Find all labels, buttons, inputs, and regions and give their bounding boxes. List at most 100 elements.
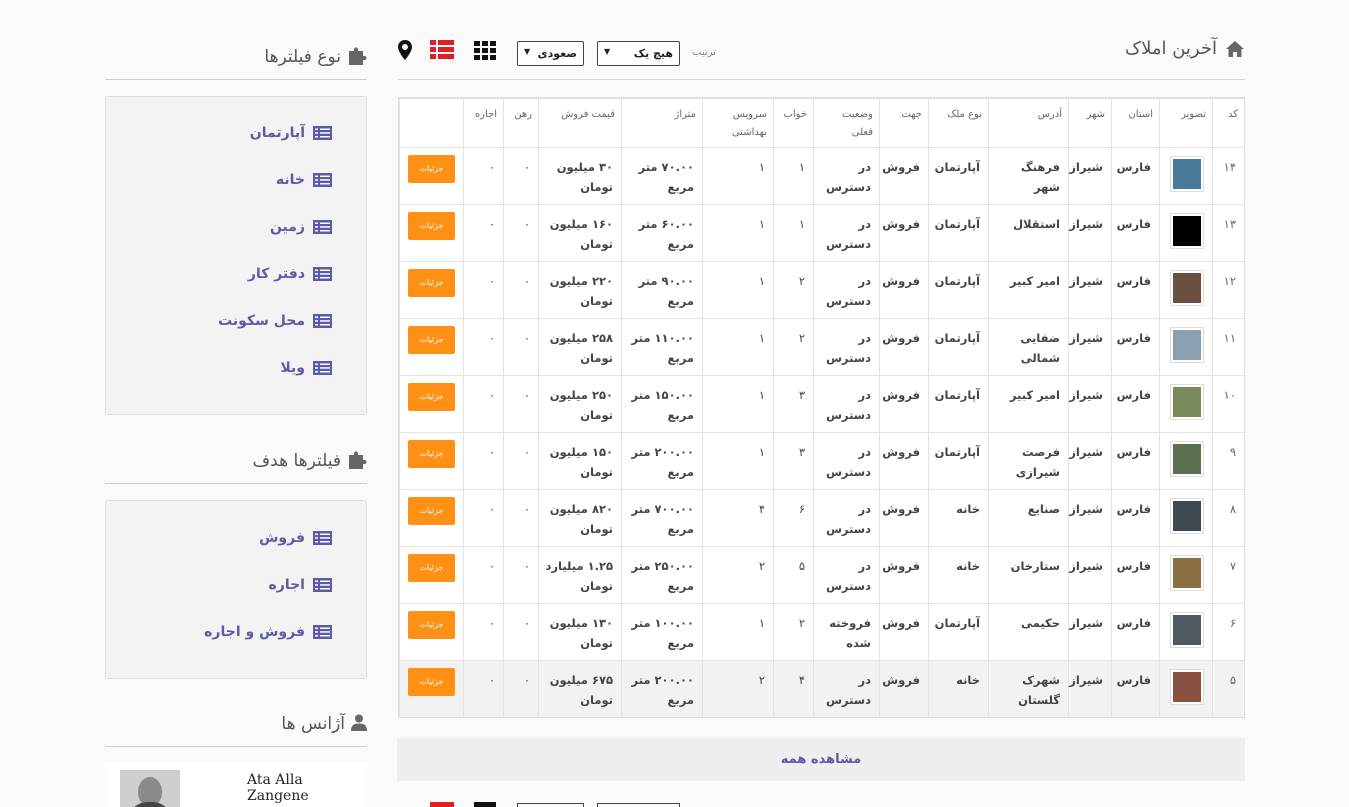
list-view-icon[interactable]	[430, 802, 454, 807]
details-button[interactable]: جزئیات	[408, 155, 455, 183]
details-button[interactable]: جزئیات	[408, 269, 455, 297]
filter-item[interactable]: فروش	[259, 530, 332, 546]
column-header	[399, 98, 464, 148]
cell-code: ۱۴	[1212, 147, 1244, 205]
table-row[interactable]: ۸ فارس شیراز صنایع خانه فروش در دسترس ۶ ۴ ۷۰۰.۰۰ …	[399, 489, 1244, 547]
cell-city: شیراز	[1068, 603, 1112, 661]
cell-address: شهرک گلستان	[988, 660, 1069, 717]
sort-field-select[interactable]	[597, 803, 680, 807]
header-title-group: آخرین املاک	[1125, 38, 1245, 59]
cell-address: صنایع	[988, 489, 1069, 547]
view-all-button[interactable]: مشاهده همه	[397, 738, 1245, 781]
goal-filters-title: فیلترها هدف	[252, 451, 341, 471]
list-view-icon[interactable]	[430, 40, 454, 63]
cell-address: ستارخان	[988, 546, 1069, 604]
cell-bath: ۴	[702, 489, 774, 547]
cell-code: ۹	[1212, 432, 1244, 490]
details-button[interactable]: جزئیات	[408, 611, 455, 639]
property-thumbnail[interactable]	[1170, 327, 1204, 363]
cell-area: ۱۱۰.۰۰ متر مربع	[621, 318, 703, 376]
table-row[interactable]: ۱۲ فارس شیراز امیر کبیر آپارتمان فروش در دسترس…	[399, 261, 1244, 319]
cell-bed: ۱	[773, 147, 814, 205]
property-image	[1173, 615, 1201, 645]
column-header: سرویس بهداشتی	[702, 98, 774, 148]
cell-province: فارس	[1111, 147, 1160, 205]
column-header: رهن	[503, 98, 539, 148]
table-row[interactable]: ۱۳ فارس شیراز استقلال آپارتمان فروش در دسترس ۱ ۱…	[399, 204, 1244, 262]
cell-area: ۲۰۰.۰۰ متر مربع	[621, 660, 703, 717]
type-filters-box: آپارتمان خانه زمین دفتر کار محل سکونت ویلا	[105, 96, 367, 415]
filter-item[interactable]: اجاره	[269, 577, 332, 593]
details-button[interactable]: جزئیات	[408, 554, 455, 582]
cell-code: ۱۳	[1212, 204, 1244, 262]
filter-item[interactable]: زمین	[270, 219, 332, 235]
filter-item[interactable]: ویلا	[280, 360, 332, 376]
cell-actions: جزئیات	[399, 546, 464, 604]
cell-ejare: ۰	[463, 432, 504, 490]
cell-price: ۱۵۰ میلیون تومان	[538, 432, 622, 490]
table-row[interactable]: ۷ فارس شیراز ستارخان خانه فروش در دسترس ۵ ۲ ۲۵۰.۰…	[399, 546, 1244, 604]
column-header: تصویر	[1159, 98, 1213, 148]
cell-actions: جزئیات	[399, 660, 464, 717]
filter-item[interactable]: فروش و اجاره	[204, 624, 332, 640]
table-row[interactable]: ۶ فارس شیراز حکیمی آپارتمان فروش فروخته شده ۲ ۱ ۱…	[399, 603, 1244, 661]
property-thumbnail[interactable]	[1170, 270, 1204, 306]
filter-item[interactable]: خانه	[276, 172, 332, 188]
table-header-row: کد تصویر استان شهر آدرس نوع ملک جهت وضعیت فعلی خ…	[399, 98, 1244, 148]
cell-bath: ۲	[702, 546, 774, 604]
chevron-down-icon: ▼	[524, 47, 531, 56]
cell-status: در دسترس	[813, 375, 880, 433]
puzzle-icon	[347, 451, 367, 472]
cell-province: فارس	[1111, 660, 1160, 717]
filter-item[interactable]: دفتر کار	[248, 266, 332, 282]
cell-city: شیراز	[1068, 432, 1112, 490]
map-marker-icon[interactable]	[398, 802, 410, 807]
filter-item[interactable]: آپارتمان	[250, 125, 332, 141]
cell-area: ۶۰.۰۰ متر مربع	[621, 204, 703, 262]
cell-ejare: ۰	[463, 603, 504, 661]
cell-ejare: ۰	[463, 546, 504, 604]
filter-item-label: زمین	[269, 219, 305, 235]
property-thumbnail[interactable]	[1170, 555, 1204, 591]
sort-order-select[interactable]	[517, 803, 584, 807]
sort-order-select[interactable]: صعودی ▼	[517, 41, 584, 66]
table-row[interactable]: ۱۴ فارس شیراز فرهنگ شهر آپارتمان فروش در دسترس…	[399, 147, 1244, 205]
agent-card[interactable]: Ata Alla Zangene	[105, 763, 367, 807]
cell-bed: ۳	[773, 432, 814, 490]
sort-field-select[interactable]: هیچ یک ▼	[597, 41, 680, 66]
table-row[interactable]: ۹ فارس شیراز فرصت شیرازی آپارتمان فروش در دستر…	[399, 432, 1244, 490]
table-row[interactable]: ۵ فارس شیراز شهرک گلستان خانه فروش در دسترس ۴ ۲ ۲…	[399, 660, 1244, 717]
table-row[interactable]: ۱۰ فارس شیراز امیر کبیر آپارتمان فروش در دسترس…	[399, 375, 1244, 433]
property-thumbnail[interactable]	[1170, 669, 1204, 705]
cell-actions: جزئیات	[399, 147, 464, 205]
property-thumbnail[interactable]	[1170, 612, 1204, 648]
grid-view-icon[interactable]	[474, 41, 496, 64]
column-header: کد	[1212, 98, 1244, 148]
details-button[interactable]: جزئیات	[408, 668, 455, 696]
list-icon	[313, 361, 332, 375]
map-marker-icon[interactable]	[398, 40, 412, 63]
property-thumbnail[interactable]	[1170, 441, 1204, 477]
details-button[interactable]: جزئیات	[408, 497, 455, 525]
cell-actions: جزئیات	[399, 489, 464, 547]
property-thumbnail[interactable]	[1170, 498, 1204, 534]
cell-area: ۱۰۰.۰۰ متر مربع	[621, 603, 703, 661]
details-button[interactable]: جزئیات	[408, 383, 455, 411]
details-button[interactable]: جزئیات	[408, 440, 455, 468]
table-row[interactable]: ۱۱ فارس شیراز ضفایی شمالی آپارتمان فروش در دست…	[399, 318, 1244, 376]
property-thumbnail[interactable]	[1170, 156, 1204, 192]
details-button[interactable]: جزئیات	[408, 326, 455, 354]
property-thumbnail[interactable]	[1170, 213, 1204, 249]
property-thumbnail[interactable]	[1170, 384, 1204, 420]
grid-view-icon[interactable]	[474, 802, 496, 807]
cell-city: شیراز	[1068, 147, 1112, 205]
cell-price: ۱.۲۵ میلیارد تومان	[538, 546, 622, 604]
cell-dir: فروش	[879, 432, 929, 490]
filter-item[interactable]: محل سکونت	[218, 313, 332, 329]
list-icon	[313, 220, 332, 234]
cell-price: ۲۲۰ میلیون تومان	[538, 261, 622, 319]
details-button[interactable]: جزئیات	[408, 212, 455, 240]
cell-code: ۱۲	[1212, 261, 1244, 319]
cell-ejare: ۰	[463, 261, 504, 319]
property-image	[1173, 558, 1201, 588]
